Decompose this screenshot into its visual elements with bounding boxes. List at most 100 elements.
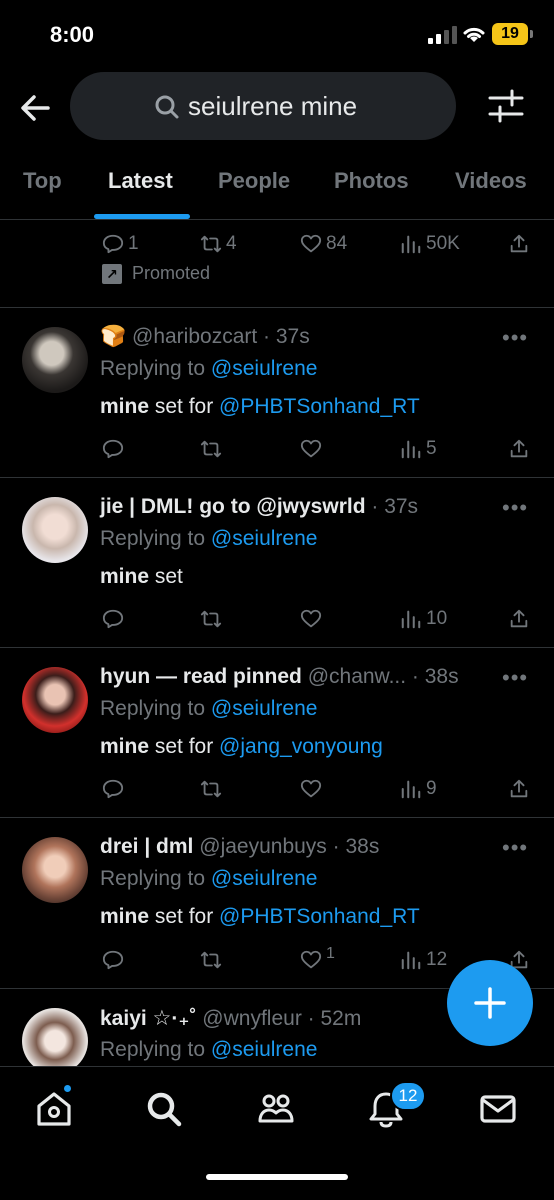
tweet-item[interactable]: hyun — read pinned @chanw... · 38s ••• R… (0, 649, 554, 818)
like-count: 1 (326, 945, 335, 962)
view-count: 9 (426, 778, 437, 799)
repost-button[interactable] (200, 434, 222, 464)
share-icon (510, 779, 528, 798)
wifi-icon (463, 27, 485, 42)
share-button[interactable] (508, 604, 530, 634)
home-icon (37, 1092, 71, 1126)
tweet-bold: mine (100, 735, 150, 758)
tweet-text: mine set for @PHBTSonhand_RT (100, 905, 420, 929)
user-handle[interactable]: @wnyfleur (202, 1007, 302, 1030)
tab-videos[interactable]: Videos (455, 168, 527, 194)
search-icon (147, 1092, 182, 1127)
avatar[interactable] (22, 837, 88, 903)
display-name[interactable]: kaiyi ☆·₊˚ (100, 1007, 196, 1030)
views-button[interactable]: 10 (400, 604, 447, 634)
search-filter-icon[interactable] (486, 86, 526, 126)
notification-badge: 12 (390, 1081, 426, 1111)
more-options-icon[interactable]: ••• (502, 325, 528, 351)
avatar[interactable] (22, 497, 88, 563)
search-input[interactable] (188, 86, 438, 126)
tweet-time: · 38s (411, 665, 459, 688)
back-arrow-icon[interactable] (16, 88, 56, 128)
repost-icon (200, 235, 222, 253)
replying-to: Replying to @seiulrene (100, 357, 317, 381)
post-actions: 10 (0, 604, 554, 634)
more-options-icon[interactable]: ••• (502, 835, 528, 861)
tweet-time: · 38s (332, 835, 380, 858)
tab-top[interactable]: Top (23, 168, 62, 194)
reply-mention[interactable]: @seiulrene (211, 697, 318, 720)
avatar[interactable] (22, 327, 88, 393)
nav-communities[interactable] (256, 1089, 300, 1133)
reply-button[interactable] (102, 945, 124, 975)
tweet-mention[interactable]: @PHBTSonhand_RT (219, 905, 420, 928)
views-button[interactable]: 50K (400, 229, 460, 259)
display-name[interactable]: jie | DML! go to @jwyswrld (100, 495, 366, 518)
reply-icon (102, 950, 124, 970)
reply-mention[interactable]: @seiulrene (211, 357, 318, 380)
repost-button[interactable]: 4 (200, 229, 237, 259)
view-count: 10 (426, 608, 448, 629)
avatar[interactable] (22, 667, 88, 733)
views-button[interactable]: 12 (400, 945, 447, 975)
tweet-mention[interactable]: @jang_vonyoung (219, 735, 383, 758)
display-name[interactable]: hyun — read pinned (100, 665, 302, 688)
nav-search[interactable] (144, 1089, 188, 1133)
promoted-post[interactable]: 1 4 84 50K ↗ Promoted (0, 221, 554, 308)
tweet-mention[interactable]: @PHBTSonhand_RT (219, 395, 420, 418)
like-button[interactable]: 1 (300, 945, 335, 975)
reply-button[interactable] (102, 434, 124, 464)
compose-button[interactable] (447, 960, 533, 1046)
view-count: 5 (426, 438, 437, 459)
reply-icon (102, 609, 124, 629)
views-button[interactable]: 9 (400, 774, 437, 804)
reply-button[interactable] (102, 604, 124, 634)
reply-mention[interactable]: @seiulrene (211, 527, 318, 550)
tab-photos[interactable]: Photos (334, 168, 409, 194)
tab-latest[interactable]: Latest (108, 168, 173, 194)
mail-icon (480, 1095, 516, 1123)
like-button[interactable]: 84 (300, 229, 347, 259)
reply-mention[interactable]: @seiulrene (211, 867, 318, 890)
repost-button[interactable] (200, 774, 222, 804)
tweet-text: mine set (100, 565, 183, 589)
like-button[interactable] (300, 434, 322, 464)
search-box[interactable] (70, 72, 456, 140)
tweet-text-rest: set for (149, 735, 220, 758)
repost-button[interactable] (200, 945, 222, 975)
heart-icon (300, 779, 322, 798)
like-button[interactable] (300, 604, 322, 634)
share-button[interactable] (508, 434, 530, 464)
user-handle[interactable]: @jaeyunbuys (199, 835, 327, 858)
tweet-item[interactable]: 🍞 @haribozcart · 37s ••• Replying to @se… (0, 309, 554, 478)
share-button[interactable] (508, 229, 530, 259)
share-icon (510, 234, 528, 253)
tab-people[interactable]: People (218, 168, 290, 194)
replying-label: Replying to (100, 867, 206, 890)
avatar[interactable] (22, 1008, 88, 1066)
heart-icon (300, 609, 322, 628)
cellular-signal-icon (428, 26, 457, 44)
more-options-icon[interactable]: ••• (502, 495, 528, 521)
user-handle[interactable]: @haribozcart (132, 325, 257, 348)
tweet-text-rest: set for (149, 395, 220, 418)
nav-home[interactable] (34, 1089, 78, 1133)
user-handle[interactable]: @chanw... (308, 665, 406, 688)
more-options-icon[interactable]: ••• (502, 665, 528, 691)
tweet-text-rest: set (149, 565, 183, 588)
repost-icon (200, 440, 222, 458)
reply-mention[interactable]: @seiulrene (211, 1038, 318, 1061)
repost-count: 4 (226, 233, 237, 254)
views-chart-icon (401, 235, 421, 254)
repost-icon (200, 780, 222, 798)
tweet-bold: mine (100, 395, 150, 418)
views-button[interactable]: 5 (400, 434, 437, 464)
reply-button[interactable]: 1 (102, 229, 139, 259)
share-button[interactable] (508, 774, 530, 804)
nav-messages[interactable] (478, 1089, 522, 1133)
reply-button[interactable] (102, 774, 124, 804)
repost-button[interactable] (200, 604, 222, 634)
like-button[interactable] (300, 774, 322, 804)
tweet-item[interactable]: jie | DML! go to @jwyswrld · 37s ••• Rep… (0, 479, 554, 648)
display-name[interactable]: drei | dml (100, 835, 193, 858)
